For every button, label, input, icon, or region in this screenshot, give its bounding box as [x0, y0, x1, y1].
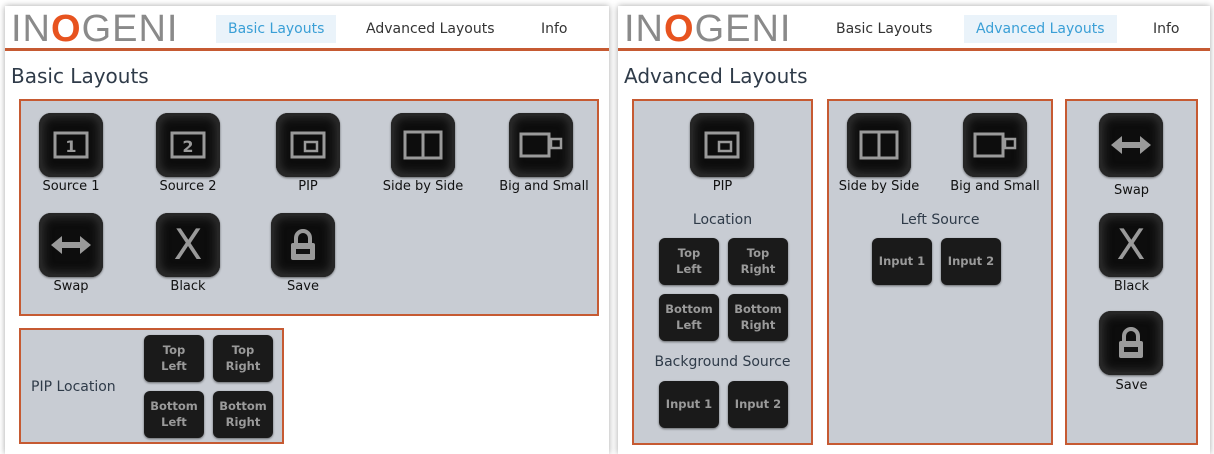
save-button[interactable] — [1099, 311, 1163, 375]
side-by-side-icon — [859, 130, 899, 160]
lock-icon — [1119, 327, 1143, 358]
tab-basic-layouts[interactable]: Basic Layouts — [824, 15, 944, 43]
location-label: Location — [692, 212, 753, 228]
big-and-small-icon — [973, 132, 1017, 158]
side-by-side-icon — [403, 130, 443, 160]
source-1-button[interactable]: 1 — [39, 113, 103, 177]
left-source-input-1-button[interactable]: Input 1 — [872, 238, 932, 285]
swap-icon — [1111, 136, 1151, 154]
basic-layouts-window: INOGENI Basic Layouts Advanced Layouts I… — [5, 6, 609, 454]
source-1-label: Source 1 — [42, 179, 100, 194]
swap-button[interactable] — [39, 213, 103, 277]
big-and-small-button[interactable] — [963, 113, 1027, 177]
pip-top-right-button[interactable]: Top Right — [213, 335, 273, 382]
side-by-side-button[interactable] — [847, 113, 911, 177]
page-title: Basic Layouts — [11, 64, 149, 88]
swap-label: Swap — [1113, 183, 1150, 198]
side-by-side-button[interactable] — [391, 113, 455, 177]
location-top-right-button[interactable]: Top Right — [728, 238, 788, 285]
swap-label: Swap — [53, 279, 89, 294]
inogeni-logo: INOGENI — [11, 8, 179, 50]
pip-location-label: PIP Location — [31, 379, 116, 395]
big-and-small-icon — [519, 132, 563, 158]
side-by-side-label: Side by Side — [382, 179, 464, 194]
page-title: Advanced Layouts — [624, 64, 808, 88]
pip-bottom-right-button[interactable]: Bottom Right — [213, 391, 273, 438]
header: INOGENI Basic Layouts Advanced Layouts I… — [618, 6, 1210, 51]
tab-advanced-layouts[interactable]: Advanced Layouts — [354, 15, 507, 43]
save-button[interactable] — [271, 213, 335, 277]
background-input-1-button[interactable]: Input 1 — [659, 381, 719, 428]
pip-location-box: PIP Location Top Left Top Right Bottom L… — [19, 328, 284, 444]
source-1-icon: 1 — [53, 131, 89, 159]
source-2-button[interactable]: 2 — [156, 113, 220, 177]
pip-top-left-button[interactable]: Top Left — [144, 335, 204, 382]
big-and-small-button[interactable] — [509, 113, 573, 177]
save-label: Save — [287, 279, 319, 294]
black-button[interactable]: X — [156, 213, 220, 277]
pip-settings-box: PIP Location Top Left Top Right Bottom L… — [632, 99, 813, 445]
swap-icon — [51, 236, 91, 254]
black-icon: X — [173, 220, 203, 269]
tab-advanced-layouts[interactable]: Advanced Layouts — [964, 15, 1117, 43]
location-top-left-button[interactable]: Top Left — [659, 238, 719, 285]
advanced-layouts-window: INOGENI Basic Layouts Advanced Layouts I… — [618, 6, 1210, 454]
actions-box: Swap X Black Save — [1065, 99, 1198, 445]
pip-button[interactable] — [690, 113, 754, 177]
left-source-input-2-button[interactable]: Input 2 — [941, 238, 1001, 285]
big-and-small-label: Big and Small — [950, 179, 1040, 194]
source-2-label: Source 2 — [159, 179, 217, 194]
side-by-side-label: Side by Side — [838, 179, 920, 194]
pip-bottom-left-button[interactable]: Bottom Left — [144, 391, 204, 438]
side-by-side-settings-box: Side by Side Big and Small Left Source I… — [827, 99, 1053, 445]
save-label: Save — [1115, 378, 1148, 393]
pip-label: PIP — [298, 179, 318, 194]
inogeni-logo: INOGENI — [624, 8, 792, 50]
tab-info[interactable]: Info — [529, 15, 580, 43]
black-label: Black — [1113, 279, 1150, 294]
location-bottom-left-button[interactable]: Bottom Left — [659, 294, 719, 341]
swap-button[interactable] — [1099, 113, 1163, 177]
pip-button[interactable] — [276, 113, 340, 177]
lock-icon — [291, 229, 315, 260]
background-input-2-button[interactable]: Input 2 — [728, 381, 788, 428]
tab-info[interactable]: Info — [1141, 15, 1192, 43]
svg-text:2: 2 — [182, 137, 193, 156]
header: INOGENI Basic Layouts Advanced Layouts I… — [5, 6, 609, 51]
source-2-icon: 2 — [170, 131, 206, 159]
background-source-label: Background Source — [654, 354, 791, 370]
black-icon: X — [1116, 220, 1146, 269]
basic-layouts-box: 1 Source 1 2 Source 2 PIP Side by Side B… — [19, 99, 599, 316]
big-and-small-label: Big and Small — [499, 179, 589, 194]
pip-icon — [704, 131, 740, 159]
black-label: Black — [170, 279, 206, 294]
black-button[interactable]: X — [1099, 213, 1163, 277]
pip-icon — [290, 131, 326, 159]
pip-label: PIP — [712, 179, 733, 194]
left-source-label: Left Source — [900, 212, 980, 228]
tab-basic-layouts[interactable]: Basic Layouts — [216, 15, 337, 43]
location-bottom-right-button[interactable]: Bottom Right — [728, 294, 788, 341]
svg-text:1: 1 — [65, 137, 76, 156]
